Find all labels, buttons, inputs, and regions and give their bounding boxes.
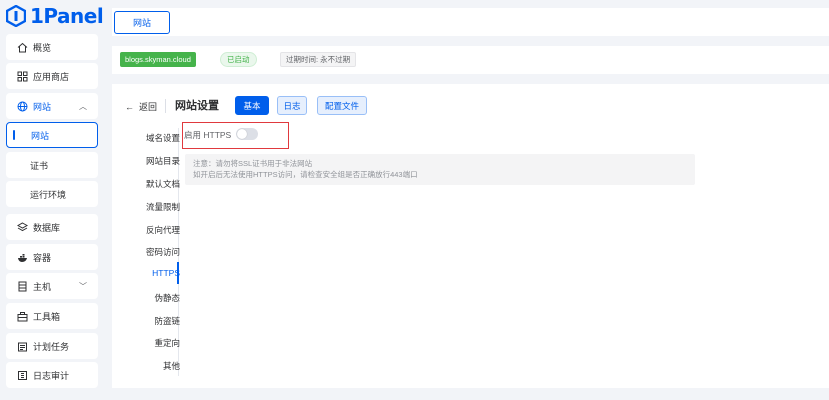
basic-button[interactable]: 基本 [235,96,269,115]
enable-https-toggle[interactable] [236,128,258,140]
notice-line: 注意：请勿将SSL证书用于非法网站 [193,159,313,168]
sidebar-item-containers[interactable]: 容器 [6,244,98,270]
sidebar-item-label: 运行环境 [30,189,67,200]
server-icon [17,281,28,292]
back-button[interactable]: ← 返回 [125,100,157,113]
site-info-bar: blogs.skyman.cloud 已启动 过期时间: 永不过期 [112,46,829,74]
sidebar-item-toolbox[interactable]: 工具箱 [6,303,98,329]
sidebar-item-website-sites[interactable]: 网站 [6,122,98,148]
site-domain-tag: blogs.skyman.cloud [120,52,196,67]
menu-item-rate-limit[interactable]: 流量限制 [146,201,180,213]
menu-item-password-access[interactable]: 密码访问 [146,246,180,258]
sidebar-item-label: 应用商店 [33,71,70,82]
top-tab-bar: 网站 [112,8,829,36]
sidebar-item-label: 主机 [33,281,52,292]
sidebar-item-label: 数据库 [33,222,61,233]
sidebar-item-cron[interactable]: 计划任务 [6,333,98,359]
sidebar-item-label: 网站 [31,130,50,141]
home-icon [17,42,28,53]
sidebar-item-overview[interactable]: 概览 [6,34,98,60]
sidebar-item-label: 网站 [33,101,52,112]
sidebar-item-label: 日志审计 [33,370,70,381]
logo[interactable]: 1Panel [6,4,104,28]
status-badge: 已启动 [220,52,257,67]
sidebar-item-logs[interactable]: 日志审计 [6,362,98,388]
globe-icon [17,101,28,112]
tab-website[interactable]: 网站 [114,11,170,34]
menu-item-other[interactable]: 其他 [163,360,180,372]
sidebar-item-database[interactable]: 数据库 [6,214,98,240]
https-notice: 注意：请勿将SSL证书用于非法网站 如开启后无法使用HTTPS访问，请检查安全组… [185,154,695,185]
settings-panel: ← 返回 网站设置 基本 日志 配置文件 域名设置 网站目录 默认文档 流量限制… [112,84,829,388]
arrow-left-icon: ← [125,101,134,112]
expire-tag: 过期时间: 永不过期 [280,52,357,67]
brand-name: 1Panel [30,4,104,28]
menu-item-default-doc[interactable]: 默认文档 [146,178,180,190]
sidebar-item-website[interactable]: 网站 ︿ [6,93,98,119]
sidebar-item-app-store[interactable]: 应用商店 [6,63,98,89]
menu-item-anti-leech[interactable]: 防盗链 [154,315,180,327]
sidebar: 1Panel 概览 应用商店 网站 ︿ 网站 证书 运行环境 数据库 容器 主机… [0,0,106,400]
config-file-button[interactable]: 配置文件 [317,96,367,115]
chevron-down-icon: ﹀ [79,282,87,291]
sidebar-item-runtime[interactable]: 运行环境 [6,181,98,207]
sidebar-item-host[interactable]: 主机 ﹀ [6,273,98,299]
sidebar-item-label: 计划任务 [33,341,70,352]
calendar-icon [17,341,28,352]
menu-item-site-dir[interactable]: 网站目录 [146,155,180,167]
log-button[interactable]: 日志 [277,96,307,115]
toggle-knob [237,129,247,139]
sidebar-item-label: 容器 [33,252,52,263]
enable-https-label: 启用 HTTPS [184,130,232,140]
toolbox-icon [17,311,28,322]
notice-line: 如开启后无法使用HTTPS访问，请检查安全组是否正确放行443端口 [193,170,418,179]
log-icon [17,370,28,381]
sidebar-item-label: 概览 [33,42,52,53]
docker-icon [17,252,28,263]
logo-icon [6,5,26,27]
menu-item-reverse-proxy[interactable]: 反向代理 [146,224,180,236]
active-indicator [13,130,15,140]
page-title: 网站设置 [175,100,219,112]
layers-icon [17,221,28,233]
sidebar-item-label: 证书 [30,160,49,171]
menu-item-https[interactable]: HTTPS [152,268,180,278]
sidebar-item-certificates[interactable]: 证书 [6,152,98,178]
menu-item-domain[interactable]: 域名设置 [146,132,180,144]
back-label: 返回 [139,102,158,112]
divider [165,99,166,113]
sidebar-item-label: 工具箱 [33,311,61,322]
menu-item-redirect[interactable]: 重定向 [154,337,180,349]
menu-item-rewrite[interactable]: 伪静态 [154,292,180,304]
chevron-up-icon: ︿ [79,102,87,111]
grid-icon [17,71,28,82]
